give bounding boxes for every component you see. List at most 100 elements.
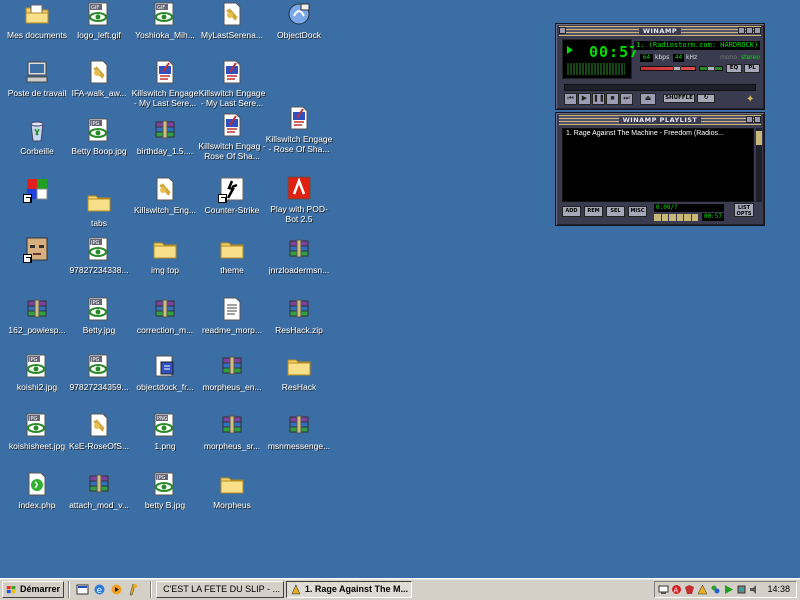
desktop-icon[interactable]: ResHack (264, 352, 334, 410)
balance-thumb[interactable] (707, 66, 715, 71)
desktop-icon[interactable]: ResHack.zip (264, 295, 334, 353)
shuffle-button[interactable]: SHUFFLE (663, 94, 695, 103)
tray-usb-icon[interactable] (736, 584, 747, 595)
list-opts-button[interactable]: LIST OPTS (734, 203, 754, 217)
desktop-icon[interactable]: GIF logo_left.gif (64, 0, 134, 58)
desktop-icon[interactable]: Killswitch Engage - Rose Of Sha... (264, 104, 334, 162)
internet-explorer-icon[interactable]: e (93, 583, 106, 596)
desktop-icon[interactable]: Poste de travail (2, 58, 72, 116)
desktop-icon[interactable]: JPG koishisheet.jpg (2, 411, 72, 469)
playlist-add-button[interactable]: ADD (562, 206, 581, 217)
desktop-icon[interactable]: birthday_1.5.... (130, 116, 200, 174)
tray-security-icon[interactable] (684, 584, 695, 595)
playlist-toggle-button[interactable]: PL (744, 64, 760, 73)
prev-icon[interactable]: ⏮ (564, 93, 577, 105)
winamp-close-icon[interactable] (754, 27, 761, 34)
desktop-icon[interactable]: GIF Yoshioka_Mih... (130, 0, 200, 58)
desktop-icon[interactable]: ObjectDock (264, 0, 334, 58)
winamp-minimize-icon[interactable] (738, 27, 745, 34)
mini-stop-icon[interactable] (676, 214, 683, 221)
desktop-icon[interactable]: Corbeille (2, 116, 72, 174)
clock[interactable]: 14:38 (767, 584, 790, 595)
desktop-icon[interactable]: JPG Betty Boop.jpg (64, 116, 134, 174)
seek-bar[interactable] (564, 84, 756, 91)
playlist-scrollbar[interactable] (756, 128, 762, 202)
desktop-icon[interactable]: JPG koishi2.jpg (2, 352, 72, 410)
mini-play-icon[interactable] (661, 214, 668, 221)
desktop-icon[interactable]: JPG Betty.jpg (64, 295, 134, 353)
tray-network-icon[interactable] (658, 584, 669, 595)
desktop-icon[interactable]: Killswitch_Eng... (130, 175, 200, 233)
desktop-icon[interactable]: Counter-Strike (197, 175, 267, 233)
desktop-icon[interactable]: attach_mod_v... (64, 470, 134, 528)
playlist-shade-icon[interactable] (746, 116, 753, 123)
media-player-icon[interactable] (110, 583, 123, 596)
pause-icon[interactable]: ❚❚ (592, 93, 605, 105)
tray-volume-icon[interactable] (749, 584, 760, 595)
mini-prev-icon[interactable] (654, 214, 661, 221)
desktop-icon[interactable]: IFA-walk_aw... (64, 58, 134, 116)
task-button-winamp[interactable]: 1. Rage Against The M... (286, 581, 412, 598)
winamp-menu-icon[interactable] (559, 27, 566, 34)
desktop-icon[interactable]: MyLastSerena... (197, 0, 267, 58)
desktop-icon[interactable]: morpheus_en... (197, 352, 267, 410)
show-desktop-icon[interactable] (76, 583, 89, 596)
desktop-icon[interactable]: img top (130, 235, 200, 293)
balance-slider[interactable] (699, 66, 723, 71)
mini-eject-icon[interactable] (691, 214, 698, 221)
playlist-select-button[interactable]: SEL (606, 206, 625, 217)
winamp-main-window[interactable]: WINAMP 00:57 1. (Radiostorm.com: HARDROC… (555, 23, 765, 110)
desktop-icon[interactable]: theme (197, 235, 267, 293)
desktop-icon[interactable]: 162_powiesp... (2, 295, 72, 353)
tray-msn-icon[interactable] (710, 584, 721, 595)
repeat-icon[interactable]: ↻ (697, 94, 715, 103)
desktop-icon[interactable]: JPG 97827234359... (64, 352, 134, 410)
aim-icon[interactable] (127, 583, 140, 596)
playlist-close-icon[interactable] (754, 116, 761, 123)
winamp-playlist-window[interactable]: WINAMP PLAYLIST 1. Rage Against The Mach… (555, 112, 765, 226)
playlist-remove-button[interactable]: REM (584, 206, 603, 217)
visualizer[interactable] (567, 63, 625, 75)
desktop-icon[interactable]: correction_m... (130, 295, 200, 353)
playlist-item[interactable]: 1. Rage Against The Machine - Freedom (R… (563, 129, 753, 139)
desktop-icon[interactable]: KsE-RoseOfS... (64, 411, 134, 469)
desktop-icon[interactable]: PNG 1.png (130, 411, 200, 469)
desktop-icon[interactable] (2, 175, 72, 233)
winamp-logo-icon[interactable]: ✦ (746, 94, 758, 106)
winamp-shade-icon[interactable] (746, 27, 753, 34)
desktop-icon[interactable]: objectdock_fr... (130, 352, 200, 410)
playlist-list[interactable]: 1. Rage Against The Machine - Freedom (R… (562, 128, 754, 202)
volume-thumb[interactable] (673, 66, 682, 71)
desktop-icon[interactable]: Killswitch Engag - Rose Of Sha... (197, 111, 267, 169)
mini-next-icon[interactable] (684, 214, 691, 221)
desktop-icon[interactable]: Play with POD-Bot 2.5 (264, 174, 334, 232)
playlist-mini-controls[interactable] (654, 214, 698, 221)
desktop-icon[interactable]: index.php (2, 470, 72, 528)
playlist-scroll-thumb[interactable] (756, 131, 762, 145)
task-button-fete-du-slip[interactable]: C'EST LA FETE DU SLIP - ... (156, 581, 284, 598)
tray-antivirus-icon[interactable]: A (671, 584, 682, 595)
start-button[interactable]: Démarrer (2, 581, 64, 598)
desktop-icon[interactable]: Killswitch Engage - My Last Sere... (130, 58, 200, 116)
tray-winamp-icon[interactable] (697, 584, 708, 595)
playlist-titlebar[interactable]: WINAMP PLAYLIST (559, 115, 761, 125)
winamp-time[interactable]: 00:57 (589, 43, 639, 61)
tray-play-icon[interactable] (723, 584, 734, 595)
desktop-icon[interactable]: Killswitch Engage - My Last Sere... (197, 58, 267, 116)
desktop-icon[interactable]: jnrzloadermsn... (264, 235, 334, 293)
desktop-icon[interactable]: morpheus_sr... (197, 411, 267, 469)
desktop-icon[interactable] (2, 235, 72, 293)
desktop-icon[interactable]: readme_morp... (197, 295, 267, 353)
winamp-titlebar[interactable]: WINAMP (559, 26, 761, 36)
next-icon[interactable]: ⏭ (620, 93, 633, 105)
playlist-misc-button[interactable]: MISC (628, 206, 647, 217)
stop-icon[interactable]: ■ (606, 93, 619, 105)
desktop-icon[interactable]: JPG betty B.jpg (130, 470, 200, 528)
desktop-icon[interactable]: JPG 97827234338... (64, 235, 134, 293)
desktop-icon[interactable]: Morpheus (197, 470, 267, 528)
desktop-icon[interactable]: msnmessenge... (264, 411, 334, 469)
winamp-player[interactable]: WINAMP 00:57 1. (Radiostorm.com: HARDROC… (555, 23, 765, 226)
eject-icon[interactable]: ⏏ (640, 93, 656, 105)
mini-pause-icon[interactable] (669, 214, 676, 221)
desktop-icon[interactable]: Mes documents (2, 0, 72, 58)
